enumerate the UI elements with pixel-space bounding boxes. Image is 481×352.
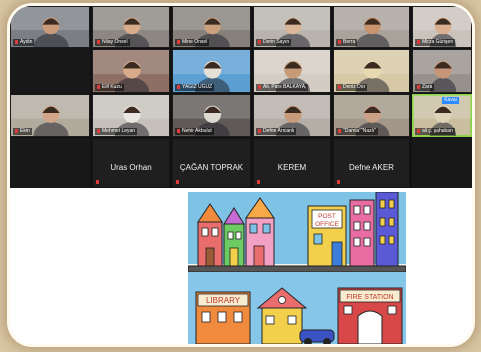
video-tile[interactable]: Mine Önsel xyxy=(172,6,251,48)
muted-mic-icon xyxy=(97,128,100,133)
video-tile[interactable]: Berra xyxy=(333,6,410,48)
participant-name-label: Nilay Önsel xyxy=(102,39,128,45)
svg-text:LIBRARY: LIBRARY xyxy=(206,296,241,305)
video-tile[interactable]: Nilay Önsel xyxy=(92,6,170,48)
video-tile[interactable]: ali ç. şahaban Kavaı xyxy=(412,94,472,137)
video-tile[interactable]: Nehir Akbulut xyxy=(172,94,251,137)
muted-mic-icon xyxy=(337,180,340,184)
svg-text:FIRE STATION: FIRE STATION xyxy=(346,294,393,301)
camera-off-tile[interactable]: Defne AKER xyxy=(333,138,410,188)
shared-screen-drawing: POST OFFICE LIBRARY FIRE STATION xyxy=(187,191,407,344)
muted-mic-icon xyxy=(177,84,180,89)
participant-name: YAĞIZ UĞUZ xyxy=(175,84,215,91)
participant-name: Mirza Gürişen xyxy=(415,39,456,46)
participant-name: Aydin xyxy=(13,39,35,46)
participant-name-label: Deniz Dor xyxy=(343,84,366,90)
video-tile[interactable]: "Damla""Nazlı" xyxy=(333,94,410,137)
video-tile[interactable]: YAĞIZ UĞUZ xyxy=(172,49,251,93)
muted-mic-icon xyxy=(338,128,341,133)
video-tile[interactable]: Zara xyxy=(412,49,472,93)
muted-mic-icon xyxy=(258,84,261,89)
participant-name-label: ÇAĞAN TOPRAK xyxy=(179,163,244,172)
status-badge: Kavaı xyxy=(442,97,459,104)
muted-mic-icon xyxy=(176,180,179,184)
muted-mic-icon xyxy=(177,39,180,44)
participant-name-label: Nehir Akbulut xyxy=(182,128,212,134)
video-tile[interactable]: Ekin xyxy=(10,94,90,137)
participant-name-label: Uras Orhan xyxy=(110,163,152,172)
muted-mic-icon xyxy=(97,39,100,44)
participant-name: Zara xyxy=(415,84,435,91)
muted-mic-icon xyxy=(417,128,420,133)
participant-name: Berra xyxy=(336,39,358,46)
participant-name-label: Mine Önsel xyxy=(182,39,208,45)
muted-mic-icon xyxy=(338,39,341,44)
participant-name-label: Berra xyxy=(343,39,356,45)
muted-mic-icon xyxy=(338,84,341,89)
muted-mic-icon xyxy=(15,128,18,133)
camera-off-tile[interactable]: ÇAĞAN TOPRAK xyxy=(172,138,251,188)
participant-name: Nehir Akbulut xyxy=(175,128,214,135)
video-tile[interactable]: Aydin xyxy=(10,6,90,48)
drawing-image: POST OFFICE LIBRARY FIRE STATION xyxy=(187,191,407,344)
participant-name: Nilay Önsel xyxy=(95,39,130,46)
participant-name-label: Derin Sayın xyxy=(263,39,290,45)
video-tile[interactable]: Elif Kuzu xyxy=(92,49,170,93)
camera-off-tile[interactable]: KEREM xyxy=(253,138,331,188)
muted-mic-icon xyxy=(258,39,261,44)
video-tile[interactable]: Derin Sayın xyxy=(253,6,331,48)
participant-name-label: KEREM xyxy=(277,163,307,172)
muted-mic-icon xyxy=(96,180,99,184)
participant-name-label: Mirza Gürişen xyxy=(422,39,454,45)
participant-name: ali ç. şahaban xyxy=(415,128,455,135)
participant-name-label: YAĞIZ UĞUZ xyxy=(182,84,213,90)
video-gallery: Aydin Nilay Önsel Mine Önsel Derin Sayın Ber… xyxy=(10,6,472,188)
participant-name-label: ali ç. şahaban xyxy=(422,128,453,134)
video-tile[interactable]: Mirza Gürişen xyxy=(412,6,472,48)
participant-name-label: Defne Arıcanlı xyxy=(263,128,295,134)
participant-name: Deniz Dor xyxy=(336,84,368,91)
muted-mic-icon xyxy=(177,128,180,133)
meeting-window: Aydin Nilay Önsel Mine Önsel Derin Sayın Ber… xyxy=(10,6,472,344)
participant-name: "Damla""Nazlı" xyxy=(336,128,378,135)
participant-name: Ekin xyxy=(13,128,32,135)
participant-name-label: "Damla""Nazlı" xyxy=(343,128,376,134)
video-tile[interactable]: Ali, Pars BALKAYA, xyxy=(253,49,331,93)
muted-mic-icon xyxy=(417,84,420,89)
participant-name: Mine Önsel xyxy=(175,39,210,46)
camera-off-tile[interactable]: Uras Orhan xyxy=(92,138,170,188)
svg-text:POST: POST xyxy=(318,213,336,220)
muted-mic-icon xyxy=(258,128,261,133)
gallery-blank xyxy=(412,138,472,188)
participant-name: Mehmet Leyan xyxy=(95,128,138,135)
muted-mic-icon xyxy=(15,39,18,44)
gallery-blank xyxy=(10,48,90,93)
participant-name: Defne Arıcanlı xyxy=(256,128,297,135)
participant-name-label: Mehmet Leyan xyxy=(102,128,136,134)
participant-name: Elif Kuzu xyxy=(95,84,124,91)
video-tile[interactable]: Deniz Dor xyxy=(333,49,410,93)
muted-mic-icon xyxy=(417,39,420,44)
participant-name-label: Defne AKER xyxy=(349,163,394,172)
participant-name: Derin Sayın xyxy=(256,39,292,46)
participant-name-label: Ali, Pars BALKAYA, xyxy=(263,84,307,90)
muted-mic-icon xyxy=(257,180,260,184)
gallery-blank xyxy=(10,138,90,188)
participant-name-label: Zara xyxy=(422,84,433,90)
video-tile[interactable]: Defne Arıcanlı xyxy=(253,94,331,137)
svg-text:OFFICE: OFFICE xyxy=(315,221,339,228)
participant-name: Ali, Pars BALKAYA, xyxy=(256,84,309,91)
participant-name-label: Elif Kuzu xyxy=(102,84,122,90)
video-tile[interactable]: Mehmet Leyan xyxy=(92,94,170,137)
muted-mic-icon xyxy=(97,84,100,89)
participant-name-label: Ekin xyxy=(20,128,30,134)
participant-name-label: Aydin xyxy=(20,39,33,45)
